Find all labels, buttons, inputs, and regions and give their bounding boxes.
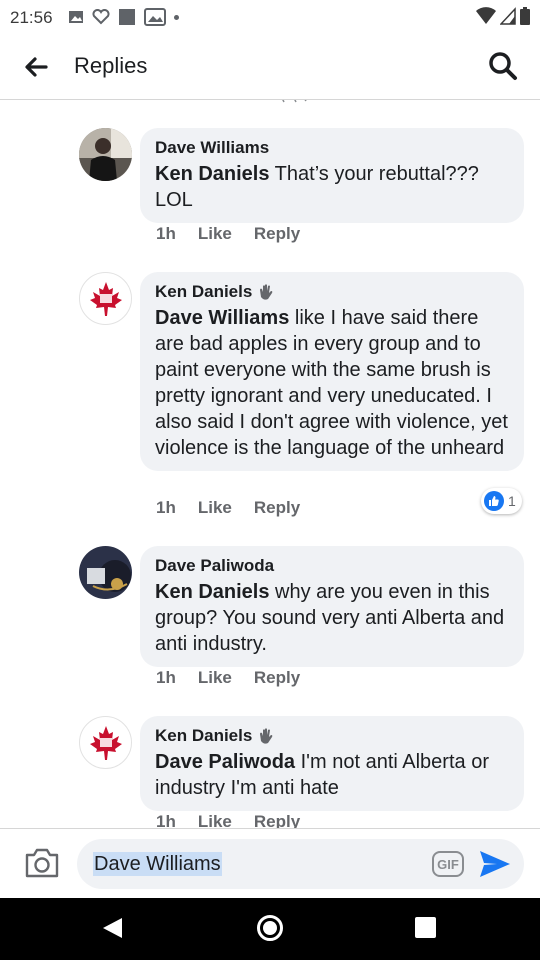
like-button[interactable]: Like — [198, 668, 232, 688]
comment-text: Ken Daniels That’s your rebuttal??? LOL — [155, 161, 509, 213]
camera-button[interactable] — [24, 846, 60, 880]
maple-leaf-icon — [89, 281, 122, 316]
comment-time: 1h — [156, 668, 176, 687]
nav-recents-button[interactable] — [415, 917, 436, 938]
signal-icon — [500, 7, 516, 25]
comment-author[interactable]: Ken Daniels — [155, 726, 252, 746]
page-title: Replies — [74, 53, 148, 78]
comment-bubble[interactable]: Dave Williams Ken Daniels That’s your re… — [140, 128, 524, 223]
truncated-text-fragment — [282, 100, 307, 103]
reaction-badge[interactable]: 1 — [481, 488, 522, 514]
nav-back-icon[interactable] — [100, 916, 124, 940]
avatar[interactable] — [79, 546, 132, 599]
dot-icon — [174, 14, 179, 20]
send-icon — [480, 851, 510, 877]
comment-author[interactable]: Dave Paliwoda — [155, 555, 509, 577]
wave-hand-icon — [260, 728, 273, 744]
comment-actions: 1h Like Reply — [156, 812, 300, 828]
comment-text: Dave Williams like I have said there are… — [155, 305, 509, 461]
search-icon — [489, 52, 517, 80]
comment-author[interactable]: Dave Williams — [155, 137, 509, 159]
like-button[interactable]: Like — [198, 498, 232, 518]
status-time: 21:56 — [10, 8, 53, 27]
notification-icons — [68, 8, 179, 26]
comment-author[interactable]: Ken Daniels — [155, 282, 252, 302]
comment-composer: Dave Williams GIF — [0, 828, 540, 898]
comment-text: Ken Daniels why are you even in this gro… — [155, 579, 509, 657]
like-reaction-icon — [484, 491, 504, 511]
reply-button[interactable]: Reply — [254, 812, 300, 828]
comment-text: Dave Paliwoda I'm not anti Alberta or in… — [155, 749, 509, 801]
search-button[interactable] — [486, 49, 520, 83]
comment-bubble[interactable]: Ken Daniels Dave Paliwoda I'm not anti A… — [140, 716, 524, 811]
reply-button[interactable]: Reply — [254, 668, 300, 688]
comment-author-row: Ken Daniels — [155, 281, 509, 303]
camera-icon — [25, 848, 59, 878]
comment-actions: 1h Like Reply — [156, 224, 300, 244]
comment-input[interactable]: Dave Williams GIF — [77, 839, 524, 889]
gif-button[interactable]: GIF — [432, 851, 464, 877]
comment-body: like I have said there are bad apples in… — [155, 307, 508, 459]
replies-feed[interactable]: Dave Williams Ken Daniels That’s your re… — [0, 100, 540, 828]
avatar[interactable] — [79, 716, 132, 769]
like-button[interactable]: Like — [198, 812, 232, 828]
reply-button[interactable]: Reply — [254, 498, 300, 518]
heart-icon — [92, 9, 110, 25]
mention-link[interactable]: Ken Daniels — [155, 581, 269, 603]
photo-message-icon — [144, 8, 166, 26]
avatar[interactable] — [79, 128, 132, 181]
mention-link[interactable]: Dave Paliwoda — [155, 751, 295, 773]
comment-time: 1h — [156, 498, 176, 517]
comment-time: 1h — [156, 224, 176, 243]
mention-link[interactable]: Ken Daniels — [155, 163, 269, 185]
maple-leaf-icon — [89, 725, 122, 760]
wifi-icon — [476, 7, 496, 24]
back-arrow-icon — [25, 57, 48, 77]
like-button[interactable]: Like — [198, 224, 232, 244]
comment-bubble[interactable]: Dave Paliwoda Ken Daniels why are you ev… — [140, 546, 524, 667]
mention-link[interactable]: Dave Williams — [155, 307, 289, 329]
comment-author-row: Ken Daniels — [155, 725, 509, 747]
reaction-count: 1 — [508, 493, 516, 509]
avatar[interactable] — [79, 272, 132, 325]
image-icon — [69, 11, 83, 23]
battery-icon — [520, 7, 530, 25]
send-button[interactable] — [477, 848, 513, 880]
comment-time: 1h — [156, 812, 176, 828]
back-button[interactable] — [20, 50, 54, 84]
status-bar: 21:56 — [0, 0, 540, 34]
reply-button[interactable]: Reply — [254, 224, 300, 244]
comment-actions: 1h Like Reply — [156, 498, 300, 518]
system-status-icons — [476, 7, 530, 25]
app-square-icon — [119, 9, 135, 25]
comment-bubble[interactable]: Ken Daniels Dave Williams like I have sa… — [140, 272, 524, 471]
comment-input-value[interactable]: Dave Williams — [93, 852, 222, 876]
comment-actions: 1h Like Reply — [156, 668, 300, 688]
profile-photo — [79, 546, 132, 599]
system-navigation-bar — [0, 898, 540, 960]
profile-photo — [79, 128, 132, 181]
wave-hand-icon — [260, 284, 273, 300]
nav-home-button[interactable] — [257, 915, 283, 941]
app-bar: Replies — [0, 34, 540, 100]
